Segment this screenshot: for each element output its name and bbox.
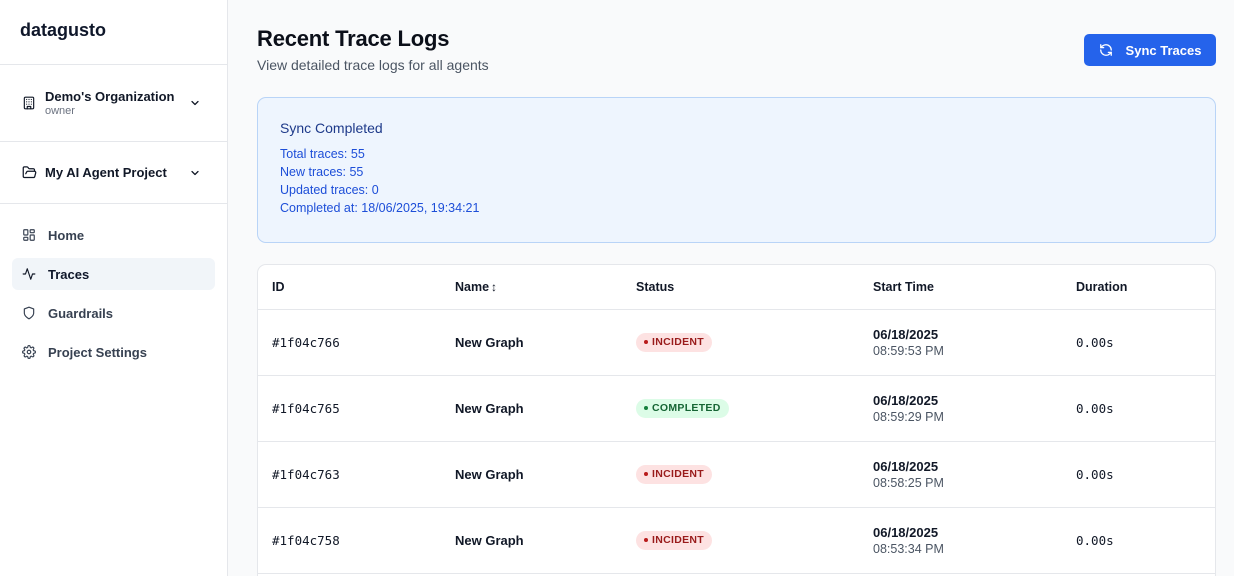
status-label: INCIDENT: [652, 336, 704, 349]
sidebar-item-label: Guardrails: [48, 305, 114, 321]
start-date: 06/18/2025: [873, 524, 939, 540]
trace-start-time: 06/18/2025 08:53:34 PM: [859, 507, 1062, 573]
column-header-name-label: Name: [455, 279, 490, 294]
folder-icon: [22, 165, 38, 181]
refresh-icon: [1099, 43, 1113, 57]
table-row[interactable]: #1f04c766 New Graph INCIDENT 06/18/2025 0…: [258, 309, 1215, 375]
start-time: 08:53:34 PM: [873, 541, 944, 556]
trace-duration: 0.00s: [1076, 334, 1114, 350]
column-header-duration: Duration: [1076, 279, 1128, 294]
organization-role: owner: [45, 105, 75, 117]
trace-duration: 0.00s: [1076, 466, 1114, 482]
trace-duration: 0.00s: [1076, 400, 1114, 416]
sidebar-item-project-settings[interactable]: Project Settings: [12, 336, 215, 368]
table-header-row: ID Name ↕ Status Start Time Duration: [258, 265, 1215, 309]
sync-traces-button[interactable]: Sync Traces: [1084, 34, 1216, 66]
sidebar-item-label: Home: [48, 227, 85, 243]
trace-id: #1f04c766: [272, 334, 340, 350]
trace-id: #1f04c758: [272, 532, 340, 548]
trace-duration: 0.00s: [1076, 532, 1114, 548]
start-date: 06/18/2025: [873, 392, 939, 408]
start-time: 08:59:29 PM: [873, 409, 944, 424]
trace-name: New Graph: [455, 466, 524, 482]
project-switcher[interactable]: My AI Agent Project: [0, 142, 227, 204]
status-dot-icon: [644, 538, 648, 543]
sync-status-alert: Sync Completed Total traces: 55 New trac…: [257, 97, 1216, 243]
alert-new-traces: New traces: 55: [280, 165, 364, 179]
sidebar-item-traces[interactable]: Traces: [12, 258, 215, 290]
traces-table: ID Name ↕ Status Start Time Duration #1f0…: [258, 265, 1215, 574]
column-header-start-time: Start Time: [873, 279, 934, 294]
status-badge: COMPLETED: [636, 398, 729, 418]
sync-traces-label: Sync Traces: [1125, 42, 1202, 58]
trace-id: #1f04c765: [272, 400, 340, 416]
status-dot-icon: [644, 472, 648, 477]
status-dot-icon: [644, 406, 648, 411]
page-title: Recent Trace Logs: [257, 26, 450, 51]
trace-id: #1f04c763: [272, 466, 340, 482]
page-header: Recent Trace Logs View detailed trace lo…: [257, 26, 1216, 73]
trace-status-cell: INCIDENT: [622, 507, 859, 573]
alert-updated-traces: Updated traces: 0: [280, 183, 379, 197]
status-dot-icon: [644, 340, 648, 345]
gear-icon: [22, 344, 38, 360]
app-root: datagusto Demo's Organization owner My A…: [0, 0, 1234, 576]
trace-status-cell: INCIDENT: [622, 309, 859, 375]
trace-start-time: 06/18/2025 08:59:53 PM: [859, 309, 1062, 375]
organization-switcher[interactable]: Demo's Organization owner: [0, 65, 227, 142]
status-badge: INCIDENT: [636, 464, 712, 484]
chevron-down-icon: [188, 96, 202, 110]
alert-title: Sync Completed: [280, 120, 383, 136]
status-badge: INCIDENT: [636, 530, 712, 550]
building-icon: [22, 95, 38, 111]
sidebar-nav: Home Traces Guardrails Project Settings: [0, 204, 227, 368]
traces-table-card: ID Name ↕ Status Start Time Duration #1f0…: [257, 264, 1216, 576]
sidebar-item-home[interactable]: Home: [12, 219, 215, 251]
sidebar: datagusto Demo's Organization owner My A…: [0, 0, 228, 576]
trace-status-cell: COMPLETED: [622, 375, 859, 441]
activity-icon: [22, 266, 38, 282]
sidebar-item-label: Project Settings: [48, 344, 147, 360]
status-badge: INCIDENT: [636, 332, 712, 352]
brand-logo[interactable]: datagusto: [0, 0, 227, 65]
trace-name: New Graph: [455, 334, 524, 350]
main-content: Recent Trace Logs View detailed trace lo…: [228, 0, 1234, 576]
status-label: INCIDENT: [652, 468, 704, 481]
column-header-id: ID: [272, 279, 285, 294]
table-row[interactable]: #1f04c758 New Graph INCIDENT 06/18/2025 0…: [258, 507, 1215, 573]
status-label: COMPLETED: [652, 402, 721, 415]
table-row[interactable]: #1f04c765 New Graph COMPLETED 06/18/2025…: [258, 375, 1215, 441]
column-header-name[interactable]: Name ↕: [441, 265, 622, 309]
project-name: My AI Agent Project: [45, 165, 167, 180]
trace-start-time: 06/18/2025 08:58:25 PM: [859, 441, 1062, 507]
page-subtitle: View detailed trace logs for all agents: [257, 57, 489, 73]
trace-status-cell: INCIDENT: [622, 441, 859, 507]
trace-name: New Graph: [455, 532, 524, 548]
sort-icon[interactable]: ↕: [491, 280, 497, 294]
chevron-down-icon: [188, 166, 202, 180]
trace-name: New Graph: [455, 400, 524, 416]
organization-name: Demo's Organization: [45, 89, 175, 104]
sidebar-item-guardrails[interactable]: Guardrails: [12, 297, 215, 329]
shield-icon: [22, 305, 38, 321]
alert-completed-at: Completed at: 18/06/2025, 19:34:21: [280, 201, 480, 215]
start-date: 06/18/2025: [873, 326, 939, 342]
status-label: INCIDENT: [652, 534, 704, 547]
start-time: 08:59:53 PM: [873, 343, 944, 358]
alert-total-traces: Total traces: 55: [280, 147, 365, 161]
grid-icon: [22, 227, 38, 243]
table-row[interactable]: #1f04c763 New Graph INCIDENT 06/18/2025 0…: [258, 441, 1215, 507]
start-time: 08:58:25 PM: [873, 475, 944, 490]
column-header-status: Status: [636, 279, 675, 294]
trace-start-time: 06/18/2025 08:59:29 PM: [859, 375, 1062, 441]
start-date: 06/18/2025: [873, 458, 939, 474]
sidebar-item-label: Traces: [48, 266, 90, 282]
